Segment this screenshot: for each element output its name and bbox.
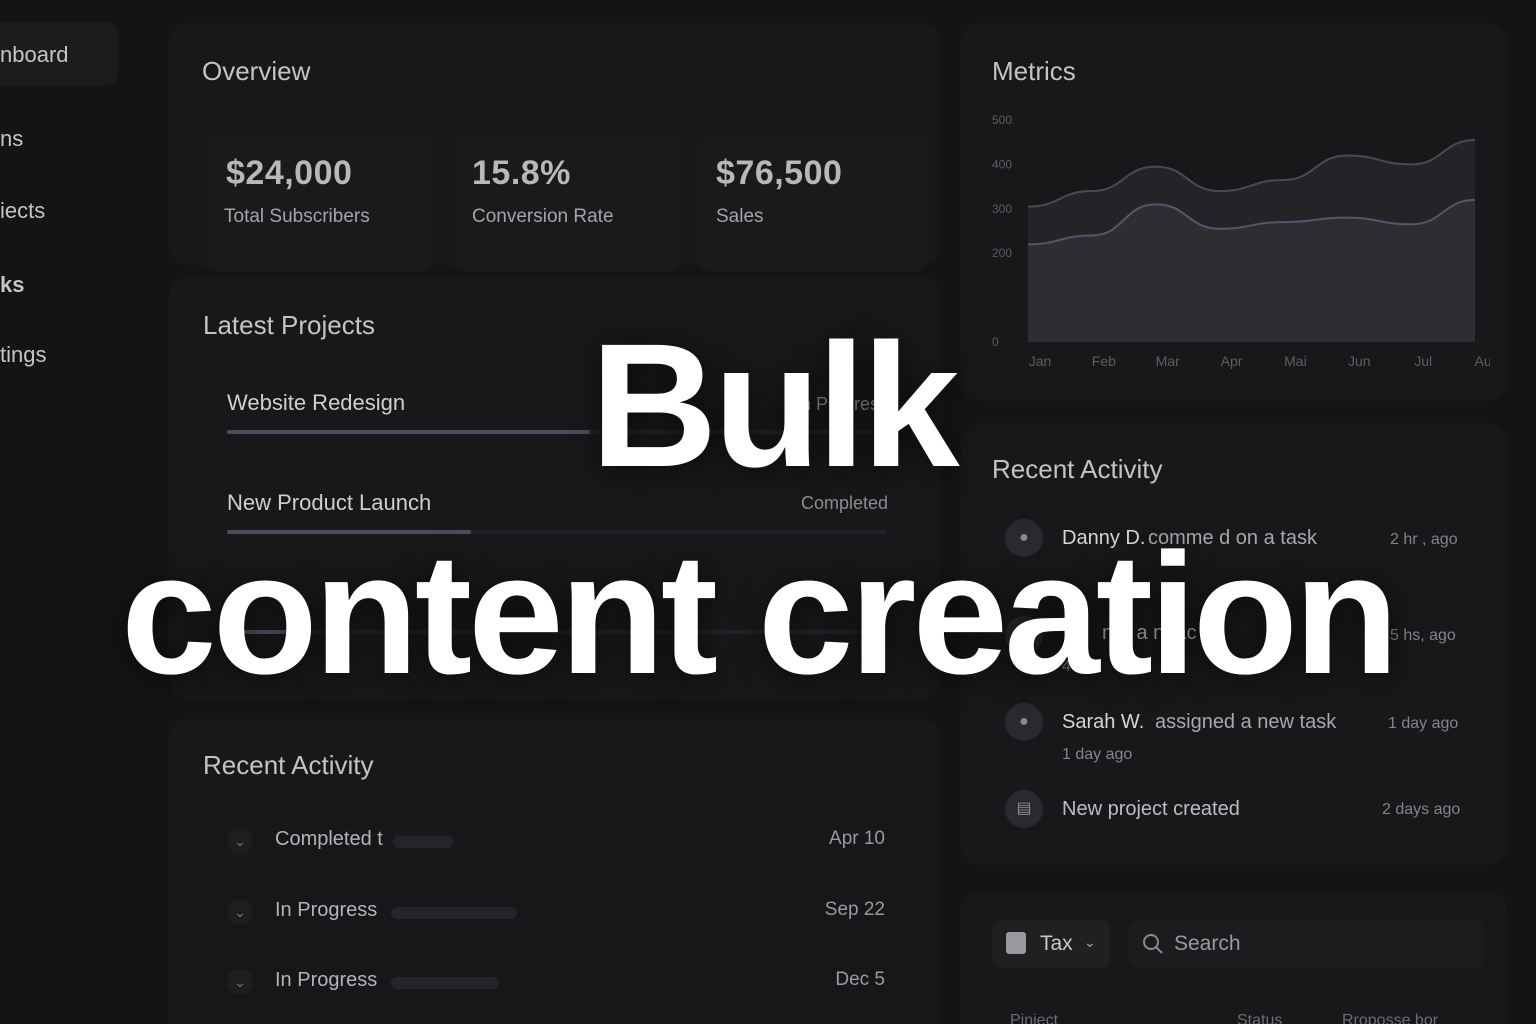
stat-label: Sales (716, 206, 764, 227)
activity-label: Completed t (275, 828, 383, 850)
stat-card-conversion: 15.8% Conversion Rate (452, 132, 682, 272)
activity-time: 2 days ago (1382, 801, 1461, 818)
column-header-project[interactable]: Piniect (1010, 1012, 1058, 1024)
search-box[interactable] (1128, 920, 1484, 968)
stat-value: $24,000 (226, 154, 353, 192)
activity-date: Dec 5 (835, 969, 885, 990)
sidebar-item-dashboard[interactable]: nboard (0, 42, 69, 68)
stat-card-sales: $76,500 Sales (698, 132, 928, 272)
stat-value: $76,500 (716, 154, 843, 192)
sidebar-item-projects[interactable]: iects (0, 198, 45, 224)
tax-dropdown-label: Tax (1040, 932, 1073, 955)
activity-row[interactable]: ⌄ Completed t Apr 10 (205, 808, 905, 872)
activity-subtext: 1 day ago (1062, 746, 1133, 763)
table-panel: Tax ⌄ Piniect Status Rroposse bor (962, 892, 1506, 1024)
activity-placeholder-bar (391, 907, 517, 919)
stat-label: Conversion Rate (472, 206, 614, 227)
activity-action: assigned a new task (1155, 711, 1337, 733)
activity-label: In Progress (275, 969, 378, 991)
stat-label: Total Subscribers (224, 206, 370, 227)
activity-user-name[interactable]: Sarah W. (1062, 711, 1144, 734)
chevron-down-icon[interactable]: ⌄ (227, 969, 253, 995)
recent-activity-title: Recent Activity (203, 750, 374, 780)
activity-placeholder-bar (391, 977, 499, 989)
activity-placeholder-bar (393, 836, 453, 848)
y-tick-label: 400 (992, 157, 1012, 171)
overview-title: Overview (202, 56, 311, 86)
y-tick-label: 200 (992, 246, 1012, 260)
activity-row[interactable]: ⌄ In Progress Sep 22 (205, 879, 905, 943)
folder-icon (1006, 932, 1026, 954)
stat-card-subscribers: $24,000 Total Subscribers (204, 132, 434, 272)
y-tick-label: 500 (992, 113, 1012, 127)
activity-label: In Progress (275, 899, 378, 921)
chevron-down-icon: ⌄ (1084, 934, 1096, 950)
y-tick-label: 300 (992, 202, 1012, 216)
document-icon: ▤ (1005, 790, 1043, 828)
activity-date: Apr 10 (829, 828, 885, 849)
column-header-status[interactable]: Status (1237, 1012, 1282, 1024)
sidebar-item-campaigns[interactable]: ns (0, 126, 23, 152)
chevron-down-icon[interactable]: ⌄ (227, 828, 253, 854)
search-icon (1143, 934, 1163, 954)
sidebar: nboard ns iects ks tings (0, 0, 150, 1024)
activity-time: 1 day ago (1388, 715, 1459, 732)
activity-date: Sep 22 (824, 899, 885, 920)
search-input[interactable] (1174, 930, 1464, 958)
chevron-down-icon[interactable]: ⌄ (227, 899, 253, 925)
activity-row[interactable]: ⌄ In Progress Dec 5 (205, 949, 905, 1013)
overlay-headline-line2: content creation (121, 518, 1399, 710)
activity-action: New project created (1062, 798, 1240, 820)
metrics-title: Metrics (992, 56, 1076, 86)
sidebar-item-tasks[interactable]: ks (0, 272, 24, 298)
column-header-proposal[interactable]: Rroposse bor (1342, 1012, 1438, 1024)
stat-value: 15.8% (472, 154, 571, 192)
overlay-headline-line1: Bulk (590, 308, 959, 504)
tax-dropdown[interactable]: Tax ⌄ (992, 920, 1110, 968)
overview-panel: Overview $24,000 Total Subscribers 15.8%… (170, 24, 940, 272)
